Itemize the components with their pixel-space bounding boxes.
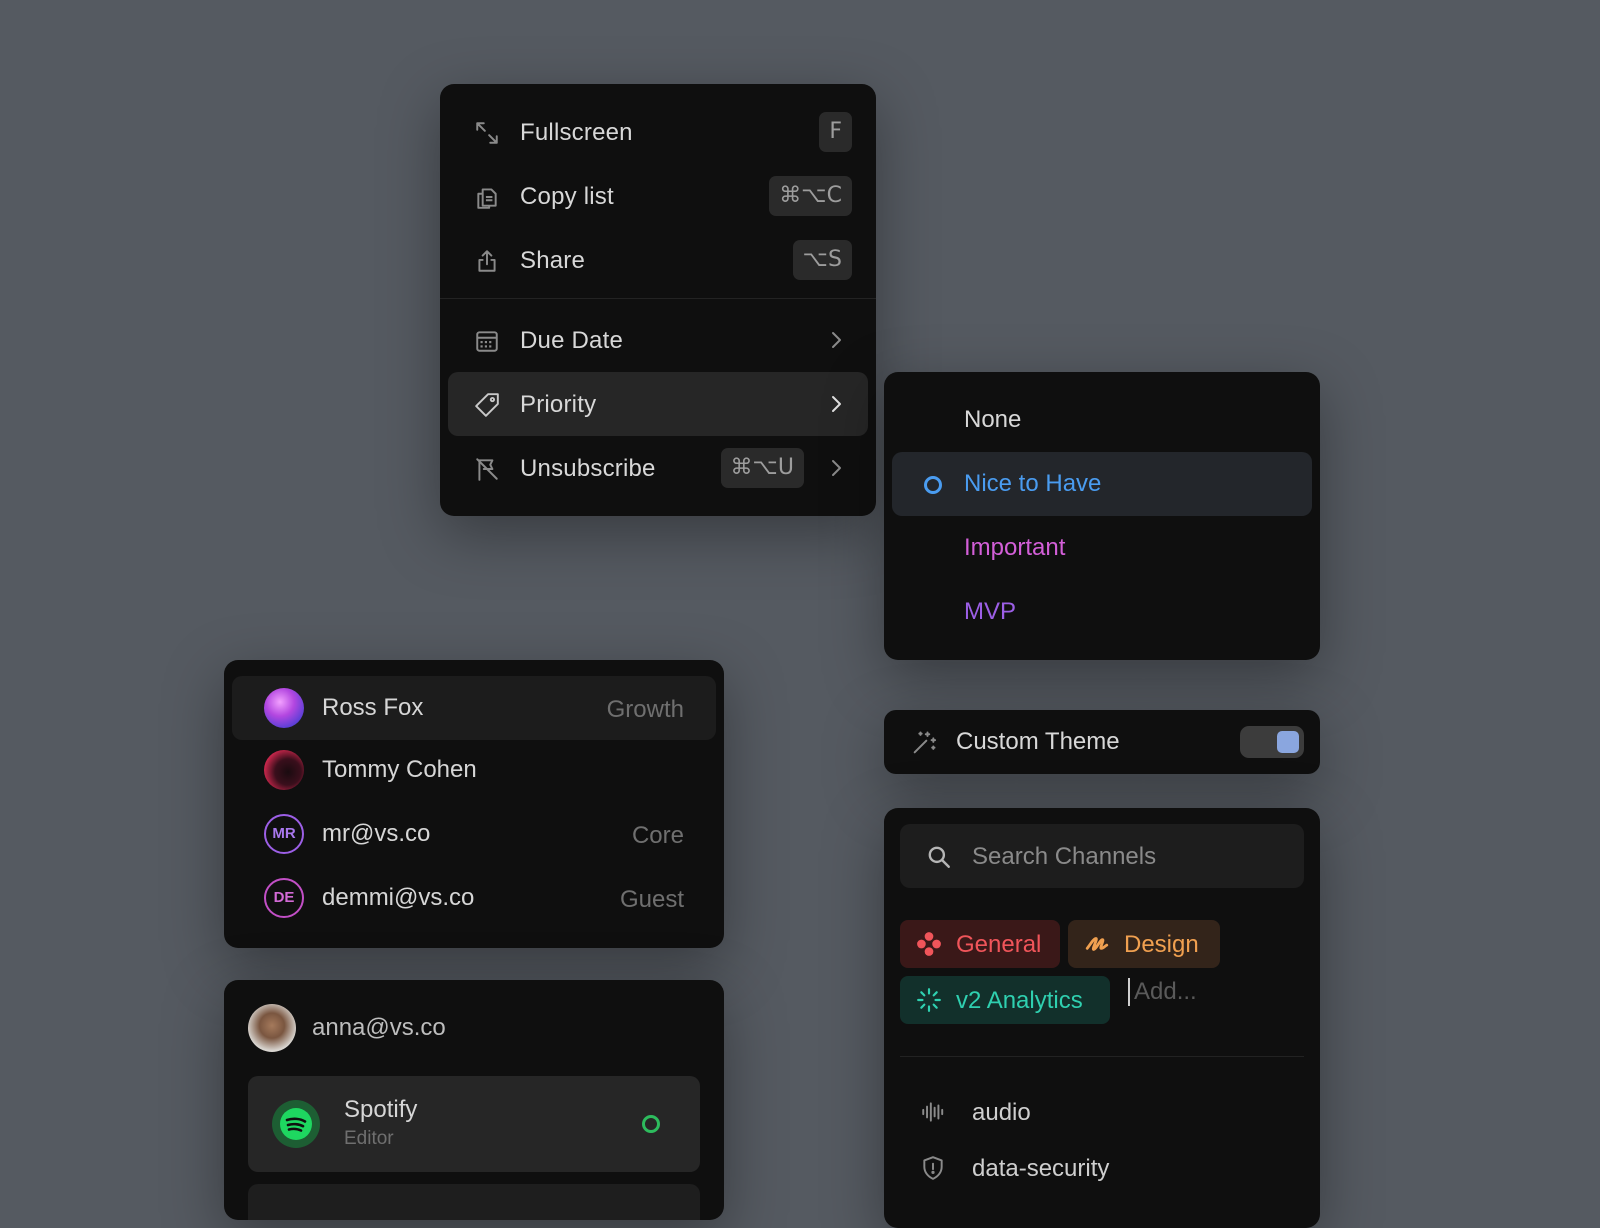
menu-item-label: Fullscreen xyxy=(520,119,633,146)
menu-item-label: Due Date xyxy=(520,327,623,354)
app-role: Editor xyxy=(344,1128,394,1149)
copy-icon xyxy=(474,184,500,210)
search-input[interactable] xyxy=(970,824,1294,890)
menu-item-label: Share xyxy=(520,247,586,274)
avatar xyxy=(264,688,304,728)
shortcut-badge: ⌘⌥C xyxy=(769,176,852,216)
priority-option-mvp[interactable]: MVP xyxy=(892,580,1312,644)
dots-icon xyxy=(916,931,942,957)
app-card-spotify[interactable]: Spotify Editor xyxy=(248,1076,700,1172)
channel-label: data-security xyxy=(972,1155,1110,1182)
shortcut-badge: F xyxy=(819,112,852,152)
account-email: anna@vs.co xyxy=(312,1014,446,1041)
flag-off-icon xyxy=(474,456,500,482)
priority-option-none[interactable]: None xyxy=(892,388,1312,452)
user-name: demmi@vs.co xyxy=(322,884,475,911)
account-panel: anna@vs.co Spotify Editor xyxy=(224,980,724,1220)
user-name: Tommy Cohen xyxy=(322,756,477,783)
tag-label: Design xyxy=(1124,931,1199,958)
custom-theme-row: Custom Theme xyxy=(884,710,1320,774)
menu-item-label: Priority xyxy=(520,391,597,418)
text-caret xyxy=(1128,978,1130,1006)
avatar: MR xyxy=(264,814,304,854)
search-icon xyxy=(926,844,952,870)
loader-icon xyxy=(916,987,942,1013)
tag-label: v2 Analytics xyxy=(956,987,1083,1014)
user-row-tommy-cohen[interactable]: Tommy Cohen xyxy=(232,738,716,802)
tag-label: General xyxy=(956,931,1042,958)
priority-option-important[interactable]: Important xyxy=(892,516,1312,580)
menu-item-due-date[interactable]: Due Date xyxy=(448,308,868,372)
tag-general[interactable]: General xyxy=(900,920,1060,968)
chevron-right-icon xyxy=(824,456,848,480)
avatar xyxy=(248,1004,296,1052)
menu-item-copy-list[interactable]: Copy list ⌘⌥C xyxy=(448,164,868,228)
priority-option-label: None xyxy=(964,406,1022,433)
selected-indicator-icon xyxy=(924,476,942,494)
calendar-icon xyxy=(474,328,500,354)
waveform-icon xyxy=(920,1099,946,1125)
menu-item-label: Unsubscribe xyxy=(520,455,656,482)
channel-item-data-security[interactable]: data-security xyxy=(900,1142,1304,1194)
user-team: Guest xyxy=(619,886,684,913)
menu-item-fullscreen[interactable]: Fullscreen F xyxy=(448,100,868,164)
status-indicator-icon xyxy=(642,1115,660,1133)
toggle-knob xyxy=(1277,731,1299,753)
user-list: Ross Fox Growth Tommy Cohen MR mr@vs.co … xyxy=(224,660,724,948)
avatar xyxy=(264,750,304,790)
user-team: Growth xyxy=(606,696,684,723)
app-card[interactable] xyxy=(248,1184,700,1220)
channel-item-audio[interactable]: audio xyxy=(900,1086,1304,1138)
channels-panel: General Design v2 Analytics audio data-s… xyxy=(884,808,1320,1228)
menu-separator xyxy=(440,298,876,299)
user-name: Ross Fox xyxy=(322,694,424,721)
expand-icon xyxy=(474,120,500,146)
menu-item-share[interactable]: Share ⌥S xyxy=(448,228,868,292)
custom-theme-toggle[interactable] xyxy=(1240,726,1304,758)
tag-icon xyxy=(474,392,500,418)
chevron-right-icon xyxy=(824,328,848,352)
menu-item-priority[interactable]: Priority xyxy=(448,372,868,436)
chevron-right-icon xyxy=(824,392,848,416)
search-box xyxy=(900,824,1304,890)
menu-item-unsubscribe[interactable]: Unsubscribe ⌘⌥U xyxy=(448,436,868,500)
tag-design[interactable]: Design xyxy=(1068,920,1220,968)
user-row-demmi[interactable]: DE demmi@vs.co Guest xyxy=(232,866,716,930)
add-tag-field xyxy=(1128,976,1268,1008)
priority-option-label: Important xyxy=(964,534,1066,561)
avatar: DE xyxy=(264,878,304,918)
shield-icon xyxy=(920,1155,946,1181)
custom-theme-label: Custom Theme xyxy=(956,728,1120,755)
menu-item-label: Copy list xyxy=(520,183,614,210)
priority-option-label: MVP xyxy=(964,598,1017,625)
user-team: Core xyxy=(631,822,684,849)
priority-option-nice-to-have[interactable]: Nice to Have xyxy=(892,452,1312,516)
spotify-icon xyxy=(272,1100,320,1148)
add-tag-input[interactable] xyxy=(1134,976,1264,1008)
app-name: Spotify xyxy=(344,1096,418,1123)
divider xyxy=(900,1056,1304,1057)
user-row-mr[interactable]: MR mr@vs.co Core xyxy=(232,802,716,866)
pen-icon xyxy=(1084,931,1110,957)
channel-label: audio xyxy=(972,1099,1031,1126)
tag-v2-analytics[interactable]: v2 Analytics xyxy=(900,976,1110,1024)
shortcut-badge: ⌥S xyxy=(792,240,852,280)
context-menu: Fullscreen F Copy list ⌘⌥C Share ⌥S Due … xyxy=(440,84,876,516)
user-row-ross-fox[interactable]: Ross Fox Growth xyxy=(232,676,716,740)
share-icon xyxy=(474,248,500,274)
user-name: mr@vs.co xyxy=(322,820,431,847)
priority-option-label: Nice to Have xyxy=(964,470,1102,497)
shortcut-badge: ⌘⌥U xyxy=(720,448,804,488)
magic-wand-icon xyxy=(910,729,938,757)
priority-submenu: None Nice to Have Important MVP xyxy=(884,372,1320,660)
